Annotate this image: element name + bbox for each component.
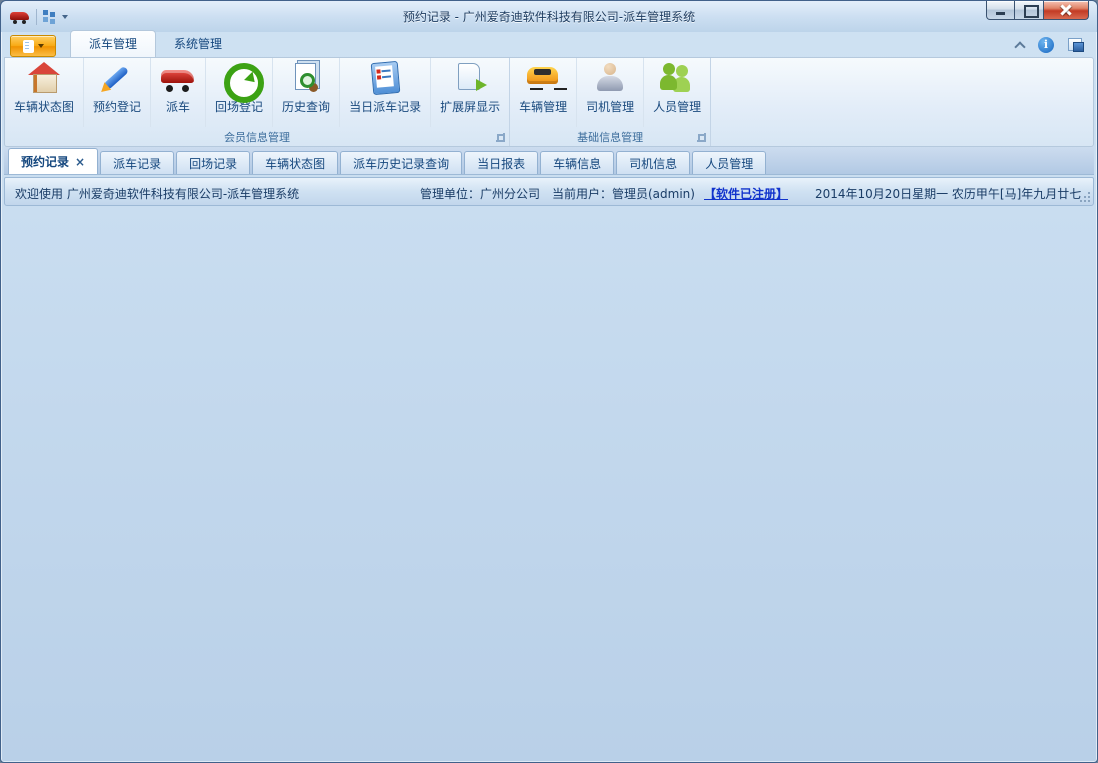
document-tab[interactable]: 车辆信息 xyxy=(540,151,614,174)
ribbon-button[interactable]: 当日派车记录 xyxy=(340,58,431,127)
ribbon-group-buttons: 车辆状态图 预约登记 派车 xyxy=(5,58,509,127)
window-title: 预约记录 - 广州爱奇迪软件科技有限公司-派车管理系统 xyxy=(1,8,1097,25)
ribbon-group-label: 会员信息管理 xyxy=(5,127,509,146)
ribbon-tab-strip: 派车管理 系统管理 i xyxy=(4,32,1094,57)
ribbon-button[interactable]: 预约登记 xyxy=(84,58,151,127)
document-tab[interactable]: 预约记录 × xyxy=(8,148,98,174)
people-icon xyxy=(659,61,695,95)
dialog-launcher-icon[interactable] xyxy=(496,133,505,142)
registered-link[interactable]: 【软件已注册】 xyxy=(704,185,788,202)
ribbon-button[interactable]: 司机管理 xyxy=(577,58,644,127)
ribbon-button[interactable]: 车辆状态图 xyxy=(5,58,84,127)
extend-screen-icon xyxy=(452,61,488,95)
document-tab[interactable]: 当日报表 xyxy=(464,151,538,174)
dialog-launcher-icon[interactable] xyxy=(697,133,706,142)
history-search-icon xyxy=(288,61,324,95)
ribbon: 车辆状态图 预约登记 派车 xyxy=(4,57,1094,147)
document-tab[interactable]: 派车历史记录查询 xyxy=(340,151,462,174)
management-unit: 管理单位：广州分公司 xyxy=(420,185,540,202)
ribbon-tab-system[interactable]: 系统管理 xyxy=(156,31,240,57)
app-menu-icon xyxy=(23,40,34,53)
chevron-down-icon xyxy=(38,44,44,48)
close-button[interactable] xyxy=(1044,1,1089,20)
info-icon[interactable]: i xyxy=(1038,37,1054,53)
style-switch-icon[interactable] xyxy=(1068,38,1084,52)
collapse-ribbon-icon[interactable] xyxy=(1015,41,1024,50)
reservation-records-page: 申请单号 用车时间 ~ 派车人 用车人 用车部门 用车人电话 xyxy=(4,174,1094,175)
title-bar[interactable]: 预约记录 - 广州爱奇迪软件科技有限公司-派车管理系统 xyxy=(1,1,1097,32)
ribbon-button[interactable]: 派车 xyxy=(151,58,206,127)
today-records-icon xyxy=(367,61,403,95)
minimize-button[interactable] xyxy=(986,1,1015,20)
document-tab[interactable]: 车辆状态图 xyxy=(252,151,338,174)
current-user: 当前用户：管理员(admin) xyxy=(552,185,695,202)
document-tab[interactable]: 司机信息 xyxy=(616,151,690,174)
window-controls xyxy=(986,1,1089,20)
app-window: 预约记录 - 广州爱奇迪软件科技有限公司-派车管理系统 派车管理 系统管理 i xyxy=(0,0,1098,763)
document-tab[interactable]: 派车记录 xyxy=(100,151,174,174)
close-tab-icon[interactable]: × xyxy=(75,155,85,169)
ribbon-button[interactable]: 回场登记 xyxy=(206,58,273,127)
ribbon-button[interactable]: 扩展屏显示 xyxy=(431,58,509,127)
ribbon-button[interactable]: 历史查询 xyxy=(273,58,340,127)
ribbon-group-base-info: 车辆管理 司机管理 人员管理 基础信息管理 xyxy=(510,58,711,146)
welcome-text: 欢迎使用 广州爱奇迪软件科技有限公司-派车管理系统 xyxy=(15,185,299,202)
ribbon-button[interactable]: 车辆管理 xyxy=(510,58,577,127)
app-menu-button[interactable] xyxy=(10,35,56,57)
driver-icon xyxy=(592,61,628,95)
pencil-icon xyxy=(99,61,135,95)
resize-grip-icon[interactable] xyxy=(1078,190,1090,202)
date-text: 2014年10月20日星期一 农历甲午[马]年九月廿七 xyxy=(815,185,1081,202)
ribbon-tab-dispatch[interactable]: 派车管理 xyxy=(70,30,156,57)
ribbon-group-buttons: 车辆管理 司机管理 人员管理 xyxy=(510,58,710,127)
status-bar: 欢迎使用 广州爱奇迪软件科技有限公司-派车管理系统 管理单位：广州分公司 当前用… xyxy=(4,177,1094,206)
document-tab[interactable]: 人员管理 xyxy=(692,151,766,174)
ribbon-utility-icons: i xyxy=(1015,37,1084,53)
ribbon-button[interactable]: 人员管理 xyxy=(644,58,710,127)
document-tab[interactable]: 回场记录 xyxy=(176,151,250,174)
ribbon-group-label: 基础信息管理 xyxy=(510,127,710,146)
vehicle-manage-icon xyxy=(525,61,561,95)
ribbon-group-member-info: 车辆状态图 预约登记 派车 xyxy=(5,58,510,146)
maximize-button[interactable] xyxy=(1015,1,1044,20)
return-icon xyxy=(221,61,257,95)
dispatch-car-icon xyxy=(160,61,196,95)
house-icon xyxy=(26,61,62,95)
document-tab-strip: 预约记录 × 派车记录 回场记录 车辆状态图 xyxy=(4,147,1094,174)
